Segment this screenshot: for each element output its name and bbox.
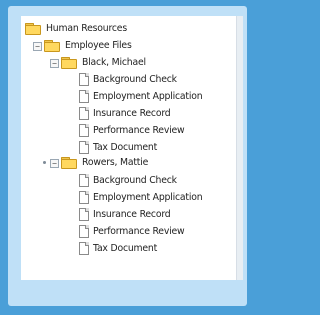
folder-icon — [61, 156, 77, 169]
tree-node-label: Black, Michael — [82, 56, 146, 68]
document-icon — [79, 224, 89, 238]
tree-node-label: Insurance Record — [93, 107, 171, 119]
tree-node-document[interactable]: Performance Review — [79, 122, 185, 138]
file-tree-panel: Human Resources − Employee Files − Black… — [21, 16, 243, 280]
folder-icon — [61, 56, 77, 69]
tree-node-label: Insurance Record — [93, 208, 171, 220]
tree-node-document[interactable]: Tax Document — [79, 240, 157, 256]
folder-icon — [25, 22, 41, 35]
tree-node-document[interactable]: Insurance Record — [79, 105, 171, 121]
tree-node-label: Tax Document — [93, 242, 158, 254]
tree-node-label: Performance Review — [93, 124, 185, 136]
tree-node-label: Rowers, Mattie — [82, 156, 149, 168]
tree-node-label: Tax Document — [93, 141, 158, 153]
tree-node-document[interactable]: Tax Document — [79, 139, 157, 155]
tree-node-human-resources[interactable]: Human Resources — [25, 20, 127, 36]
collapse-toggle-icon[interactable]: − — [33, 42, 42, 51]
document-icon — [79, 173, 89, 187]
tree-node-label: Employment Application — [93, 90, 203, 102]
tree-node-document[interactable]: Performance Review — [79, 223, 185, 239]
document-icon — [79, 241, 89, 255]
tree-node-document[interactable]: Employment Application — [79, 189, 203, 205]
tree-node-employee[interactable]: Rowers, Mattie — [61, 154, 148, 170]
tree-node-document[interactable]: Background Check — [79, 172, 177, 188]
tree-node-employee[interactable]: Black, Michael — [61, 54, 146, 70]
document-icon — [79, 190, 89, 204]
document-icon — [79, 106, 89, 120]
tree-node-label: Human Resources — [46, 22, 127, 34]
document-icon — [79, 207, 89, 221]
tree-node-label: Employee Files — [65, 39, 132, 51]
tree-node-document[interactable]: Background Check — [79, 71, 177, 87]
document-icon — [79, 89, 89, 103]
vertical-scrollbar[interactable] — [236, 16, 243, 280]
tree-connector-icon — [43, 161, 46, 164]
collapse-toggle-icon[interactable]: − — [50, 59, 59, 68]
tree-node-document[interactable]: Employment Application — [79, 88, 203, 104]
tree-node-label: Performance Review — [93, 225, 185, 237]
document-icon — [79, 140, 89, 154]
collapse-toggle-icon[interactable]: − — [50, 159, 59, 168]
tree-node-document[interactable]: Insurance Record — [79, 206, 171, 222]
folder-icon — [44, 39, 60, 52]
tree-node-label: Employment Application — [93, 191, 203, 203]
document-icon — [79, 123, 89, 137]
tree-node-employee-files[interactable]: Employee Files — [44, 37, 132, 53]
tree-node-label: Background Check — [93, 174, 177, 186]
document-icon — [79, 72, 89, 86]
tree-node-label: Background Check — [93, 73, 177, 85]
